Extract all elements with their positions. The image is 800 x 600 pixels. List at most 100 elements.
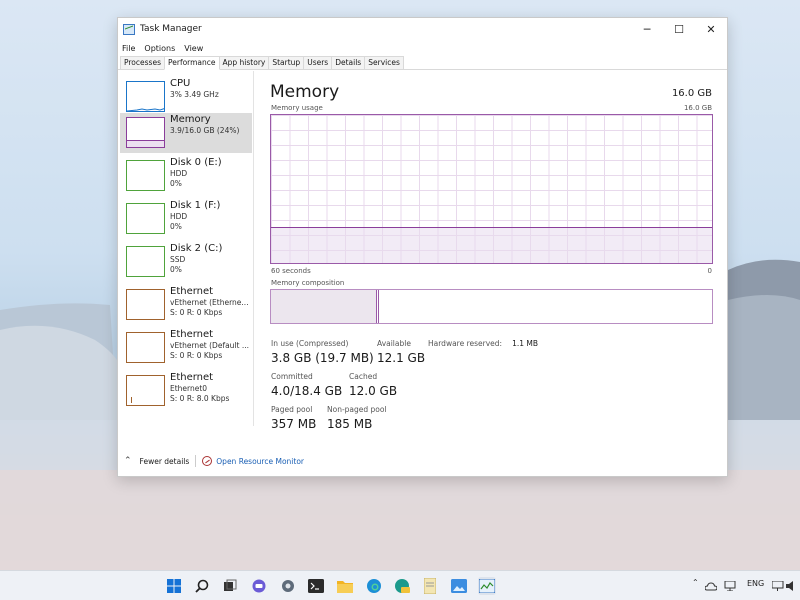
- title-bar: Task Manager ─ ☐ ✕: [118, 18, 727, 40]
- page-title: Memory: [270, 82, 340, 102]
- sidebar-item-label: Ethernet: [170, 329, 214, 340]
- minimize-button[interactable]: ─: [631, 18, 663, 40]
- open-resource-monitor-link[interactable]: Open Resource Monitor: [216, 457, 304, 466]
- menu-file[interactable]: File: [122, 44, 135, 53]
- stat-hardware-reserved: Hardware reserved: 1.1 MB: [428, 339, 538, 349]
- edge-canary-icon[interactable]: [393, 577, 411, 595]
- language-indicator[interactable]: ENG: [747, 579, 764, 588]
- ethernet-thumbnail-graph: [126, 375, 165, 406]
- network-icon[interactable]: [723, 577, 737, 595]
- taskbar: ⌃ ENG: [0, 570, 800, 600]
- performance-sidebar: CPU 3% 3.49 GHz Memory 3.9/16.0 GB (24%)…: [118, 71, 254, 426]
- task-view-icon[interactable]: [221, 577, 239, 595]
- stat-label: Paged pool: [271, 405, 313, 414]
- sidebar-item-ethernet-3[interactable]: Ethernet Ethernet0 S: 0 R: 8.0 Kbps: [120, 371, 252, 411]
- composition-modified: [377, 290, 379, 323]
- disk-thumbnail-graph: [126, 203, 165, 234]
- task-manager-window: Task Manager ─ ☐ ✕ File Options View Pro…: [117, 17, 728, 477]
- chevron-up-icon[interactable]: ⌃: [692, 578, 699, 587]
- stat-label: Hardware reserved:: [428, 339, 503, 348]
- stat-label: Available: [377, 339, 411, 348]
- sidebar-item-detail: SSD: [170, 254, 186, 264]
- sidebar-item-detail: 0%: [170, 179, 182, 188]
- ethernet-thumbnail-graph: [126, 332, 165, 363]
- sidebar-item-disk-1[interactable]: Disk 1 (F:) HDD 0%: [120, 199, 252, 239]
- chat-icon[interactable]: [250, 577, 268, 595]
- stat-label: Committed: [271, 372, 313, 381]
- stat-value: 12.1 GB: [377, 351, 426, 365]
- sidebar-item-detail: HDD: [170, 168, 188, 178]
- sidebar-item-label: Disk 1 (F:): [170, 200, 221, 211]
- menu-view[interactable]: View: [184, 44, 203, 53]
- volume-icon[interactable]: [785, 577, 799, 595]
- sidebar-item-memory[interactable]: Memory 3.9/16.0 GB (24%): [120, 113, 252, 153]
- sidebar-item-detail: 0%: [170, 222, 182, 231]
- stat-value: 1.1 MB: [512, 339, 539, 348]
- memory-thumbnail-graph: [126, 117, 165, 148]
- sidebar-item-detail: vEthernet (Etherne...: [170, 297, 249, 307]
- sidebar-item-detail: S: 0 R: 0 Kbps: [170, 351, 223, 360]
- disk-thumbnail-graph: [126, 246, 165, 277]
- stat-cached: Cached 12.0 GB: [349, 372, 397, 398]
- sidebar-item-detail: 0%: [170, 265, 182, 274]
- divider: [195, 455, 197, 467]
- tab-bar: Processes Performance App history Startu…: [118, 56, 727, 70]
- sidebar-item-ethernet-2[interactable]: Ethernet vEthernet (Default ... S: 0 R: …: [120, 328, 252, 368]
- settings-gear-icon[interactable]: [279, 577, 297, 595]
- close-button[interactable]: ✕: [695, 18, 727, 40]
- stat-label: In use (Compressed): [271, 339, 349, 348]
- tab-services[interactable]: Services: [364, 56, 404, 69]
- display-icon[interactable]: [771, 577, 785, 595]
- photos-app-icon[interactable]: [450, 577, 468, 595]
- sidebar-item-label: Disk 2 (C:): [170, 243, 223, 254]
- stat-nonpaged-pool: Non-paged pool 185 MB: [327, 405, 387, 431]
- sidebar-item-detail: 3% 3.49 GHz: [170, 89, 219, 99]
- memory-usage-graph: [270, 114, 713, 264]
- disk-thumbnail-graph: [126, 160, 165, 191]
- window-title: Task Manager: [140, 24, 202, 34]
- terminal-icon[interactable]: [307, 577, 325, 595]
- tab-users[interactable]: Users: [303, 56, 333, 69]
- stat-value: 4.0/18.4 GB: [271, 384, 343, 398]
- cloud-icon[interactable]: [704, 577, 718, 595]
- sidebar-item-detail: 3.9/16.0 GB (24%): [170, 125, 240, 135]
- sidebar-item-label: Disk 0 (E:): [170, 157, 222, 168]
- stat-value: 3.8 GB (19.7 MB): [271, 351, 374, 365]
- graph-time-axis-right: 0: [707, 267, 712, 275]
- sidebar-item-detail: S: 0 R: 8.0 Kbps: [170, 394, 230, 403]
- tab-startup[interactable]: Startup: [268, 56, 305, 69]
- stat-committed: Committed 4.0/18.4 GB: [271, 372, 342, 398]
- fewer-details-button[interactable]: Fewer details: [140, 457, 190, 466]
- tab-app-history[interactable]: App history: [218, 56, 270, 69]
- stat-value: 12.0 GB: [349, 384, 398, 398]
- tab-processes[interactable]: Processes: [120, 56, 165, 69]
- search-icon[interactable]: [193, 577, 211, 595]
- sidebar-item-cpu[interactable]: CPU 3% 3.49 GHz: [120, 77, 252, 117]
- stat-label: Non-paged pool: [327, 405, 387, 414]
- task-manager-taskbar-icon[interactable]: [478, 577, 496, 595]
- maximize-button[interactable]: ☐: [663, 18, 695, 40]
- edge-icon[interactable]: [365, 577, 383, 595]
- tab-details[interactable]: Details: [331, 56, 366, 69]
- stat-value: 357 MB: [271, 417, 317, 431]
- notepad-icon[interactable]: [421, 577, 439, 595]
- ethernet-thumbnail-graph: [126, 289, 165, 320]
- sidebar-item-detail: HDD: [170, 211, 188, 221]
- tab-performance[interactable]: Performance: [163, 56, 220, 70]
- memory-usage-max: 16.0 GB: [683, 104, 712, 112]
- sidebar-item-label: Ethernet: [170, 286, 214, 297]
- chevron-up-icon[interactable]: ⌃: [124, 456, 132, 466]
- sidebar-item-ethernet-1[interactable]: Ethernet vEthernet (Etherne... S: 0 R: 0…: [120, 285, 252, 325]
- start-icon[interactable]: [165, 577, 183, 595]
- memory-composition-label: Memory composition: [271, 279, 345, 287]
- memory-usage-label: Memory usage: [271, 104, 323, 112]
- stat-value: 185 MB: [327, 417, 373, 431]
- menu-options[interactable]: Options: [144, 44, 175, 53]
- total-memory: 16.0 GB: [671, 88, 712, 99]
- sidebar-item-disk-2[interactable]: Disk 2 (C:) SSD 0%: [120, 242, 252, 282]
- sidebar-item-disk-0[interactable]: Disk 0 (E:) HDD 0%: [120, 156, 252, 196]
- file-explorer-icon[interactable]: [336, 577, 354, 595]
- cpu-thumbnail-graph: [126, 81, 165, 112]
- stat-available: Available 12.1 GB: [377, 339, 425, 365]
- resource-monitor-icon: [202, 456, 213, 466]
